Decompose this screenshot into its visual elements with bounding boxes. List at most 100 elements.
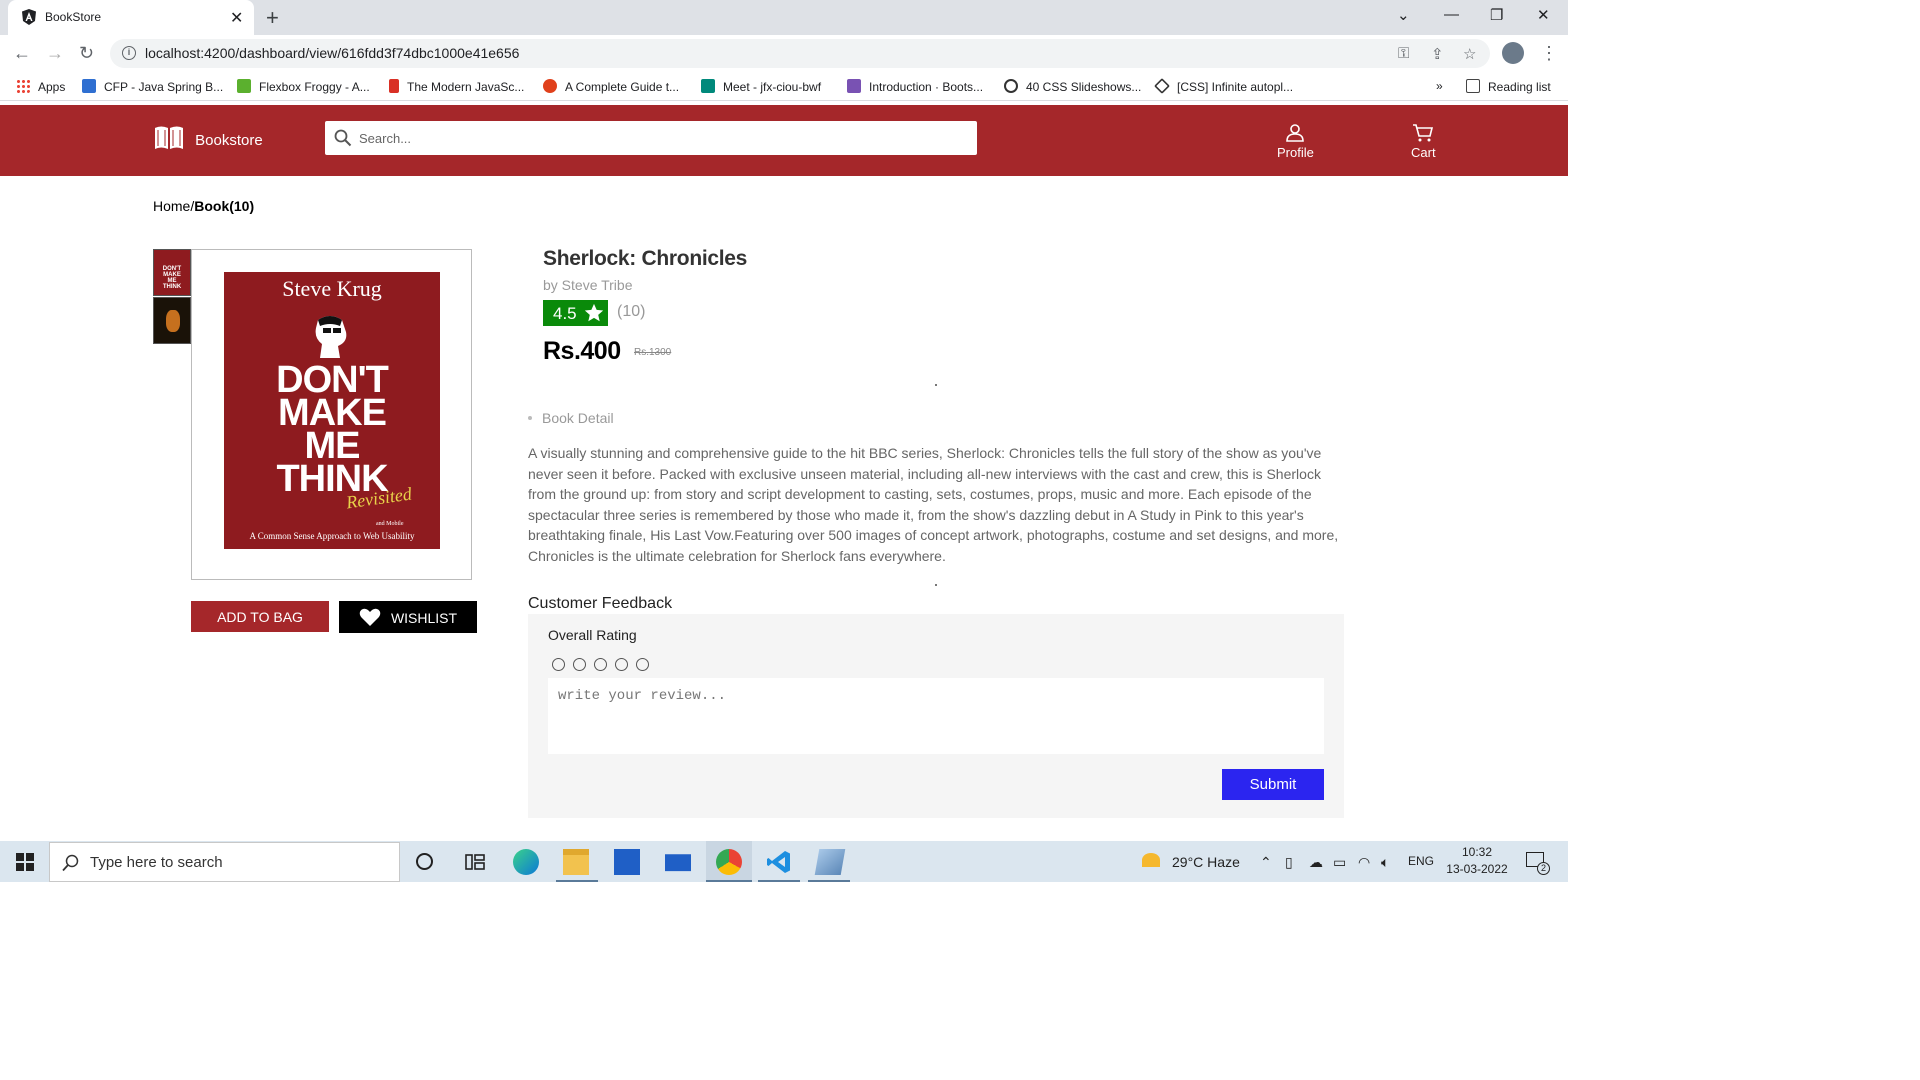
rating-star-4[interactable]	[615, 658, 628, 671]
browser-tab-strip: BookStore ✕ + ⌄ — ❐ ✕	[0, 0, 1568, 35]
thumbnail-cover-1[interactable]: DON'T MAKE ME THINK	[153, 249, 191, 296]
search-icon	[62, 854, 79, 872]
rating-stars	[552, 658, 657, 676]
cover-subtitle-insert: and Mobile	[376, 521, 404, 527]
main-book-image: Steve Krug DON'T MAKE ME THINK Revisited…	[191, 249, 472, 580]
book-title: Sherlock: Chronicles	[543, 247, 748, 270]
file-explorer-icon[interactable]	[563, 849, 589, 875]
profile-label: Profile	[1277, 145, 1314, 160]
site-info-icon[interactable]: i	[122, 46, 136, 60]
device-icon[interactable]: ▯	[1285, 854, 1293, 871]
show-hidden-icons-icon[interactable]: ⌃	[1260, 854, 1272, 871]
app-active-indicator	[808, 880, 850, 882]
bookmark-item[interactable]: [CSS] Infinite autopl...	[1154, 78, 1293, 94]
minimize-icon[interactable]: —	[1444, 6, 1459, 23]
rating-star-3[interactable]	[594, 658, 607, 671]
breadcrumb-home-link[interactable]: Home/	[153, 198, 194, 214]
taskbar-search-box[interactable]: Type here to search	[49, 842, 400, 882]
book-author: by Steve Tribe	[543, 277, 633, 293]
wishlist-button[interactable]: WISHLIST	[339, 601, 477, 633]
back-icon[interactable]: ←	[13, 43, 31, 64]
app-icon[interactable]	[814, 849, 846, 875]
search-icon	[334, 129, 352, 147]
bookmark-item[interactable]: CFP - Java Spring B...	[82, 79, 223, 94]
edge-icon[interactable]	[513, 849, 539, 875]
wifi-icon[interactable]: ◠	[1358, 854, 1370, 871]
cover-subtitle: A Common Sense Approach to Web Usability	[249, 531, 415, 541]
store-icon[interactable]	[614, 849, 640, 875]
search-input[interactable]	[359, 121, 959, 155]
rating-star-2[interactable]	[573, 658, 586, 671]
share-icon[interactable]: ⇪	[1431, 45, 1444, 63]
bookmark-favicon-icon	[389, 79, 399, 93]
bookmark-item[interactable]: 40 CSS Slideshows...	[1004, 79, 1141, 94]
menu-icon[interactable]: ⋮	[1540, 43, 1558, 64]
book-detail-heading: Book Detail	[528, 410, 614, 426]
bookmark-item[interactable]: Flexbox Froggy - A...	[237, 79, 370, 94]
bullet-dot	[528, 416, 532, 420]
address-bar[interactable]: i localhost:4200/dashboard/view/616fdd3f…	[110, 39, 1490, 68]
browser-tab[interactable]: BookStore ✕	[8, 0, 254, 35]
customer-feedback-title: Customer Feedback	[528, 595, 673, 612]
cover-main-title: DON'T MAKE ME THINK	[276, 359, 389, 500]
reload-icon[interactable]: ↻	[79, 43, 94, 64]
chrome-icon[interactable]	[716, 849, 742, 875]
cover-head-illustration	[315, 316, 347, 358]
clock-date: 13-03-2022	[1446, 862, 1508, 876]
clock[interactable]: 10:32 13-03-2022	[1446, 844, 1508, 878]
profile-button[interactable]: Profile	[1277, 123, 1314, 160]
rating-star-1[interactable]	[552, 658, 565, 671]
bookmark-item[interactable]: The Modern JavaSc...	[389, 79, 524, 94]
divider-dot	[935, 384, 937, 386]
forward-icon[interactable]: →	[46, 43, 64, 64]
task-view-icon[interactable]	[462, 849, 488, 875]
bookmark-star-icon[interactable]: ☆	[1463, 45, 1476, 63]
star-icon	[584, 303, 604, 322]
review-textarea[interactable]	[548, 678, 1324, 754]
new-tab-icon[interactable]: +	[266, 5, 279, 31]
profile-avatar[interactable]	[1502, 42, 1524, 64]
breadcrumb-current: Book(10)	[194, 198, 255, 214]
overall-rating-label: Overall Rating	[548, 627, 637, 643]
windows-start-icon[interactable]	[16, 853, 34, 871]
bookmark-item[interactable]: A Complete Guide t...	[543, 79, 679, 94]
submit-button[interactable]: Submit	[1222, 769, 1324, 800]
browser-toolbar: ← → ↻ i localhost:4200/dashboard/view/61…	[0, 35, 1568, 72]
mail-icon[interactable]	[665, 854, 691, 872]
rating-badge: 4.5	[543, 300, 608, 326]
chrome-active-indicator	[706, 880, 752, 882]
language-indicator[interactable]: ENG	[1408, 854, 1434, 868]
tab-search-icon[interactable]: ⌄	[1397, 6, 1410, 24]
bookmark-favicon-icon	[1004, 79, 1018, 93]
weather-icon	[1142, 853, 1160, 867]
url-text[interactable]: localhost:4200/dashboard/view/616fdd3f74…	[145, 45, 519, 61]
book-description: A visually stunning and comprehensive gu…	[528, 445, 1339, 564]
brand-logo[interactable]: Bookstore	[153, 125, 263, 151]
bookmark-apps[interactable]: Apps	[16, 79, 65, 94]
vscode-icon[interactable]	[766, 849, 792, 875]
bookmark-item[interactable]: Meet - jfx-ciou-bwf	[701, 79, 821, 94]
bookmark-favicon-icon	[82, 79, 96, 93]
cortana-icon[interactable]	[416, 853, 433, 870]
search-bar[interactable]	[325, 121, 977, 155]
close-tab-icon[interactable]: ✕	[230, 8, 243, 28]
cart-button[interactable]: Cart	[1411, 123, 1436, 160]
clock-time: 10:32	[1461, 845, 1493, 859]
bookmark-item[interactable]: Introduction · Boots...	[847, 79, 983, 94]
add-to-bag-button[interactable]: ADD TO BAG	[191, 601, 329, 632]
reading-list-button[interactable]: Reading list	[1466, 79, 1551, 94]
app-header: Bookstore Profile Cart	[0, 105, 1568, 176]
volume-icon[interactable]: 🔈︎	[1381, 854, 1389, 871]
rating-star-5[interactable]	[636, 658, 649, 671]
thumbnail-cover-2[interactable]	[153, 297, 191, 344]
key-icon[interactable]: ⚿	[1398, 45, 1409, 62]
original-price: Rs.1300	[634, 347, 672, 358]
weather-text[interactable]: 29°C Haze	[1172, 854, 1240, 870]
rating-count: (10)	[617, 303, 646, 320]
restore-icon[interactable]: ❐	[1490, 6, 1503, 24]
more-bookmarks-icon[interactable]: »	[1436, 79, 1443, 93]
window-close-icon[interactable]: ✕	[1537, 6, 1550, 24]
onedrive-icon[interactable]: ☁	[1309, 854, 1323, 871]
heart-icon	[359, 608, 381, 626]
battery-icon[interactable]: ▭	[1333, 854, 1346, 871]
